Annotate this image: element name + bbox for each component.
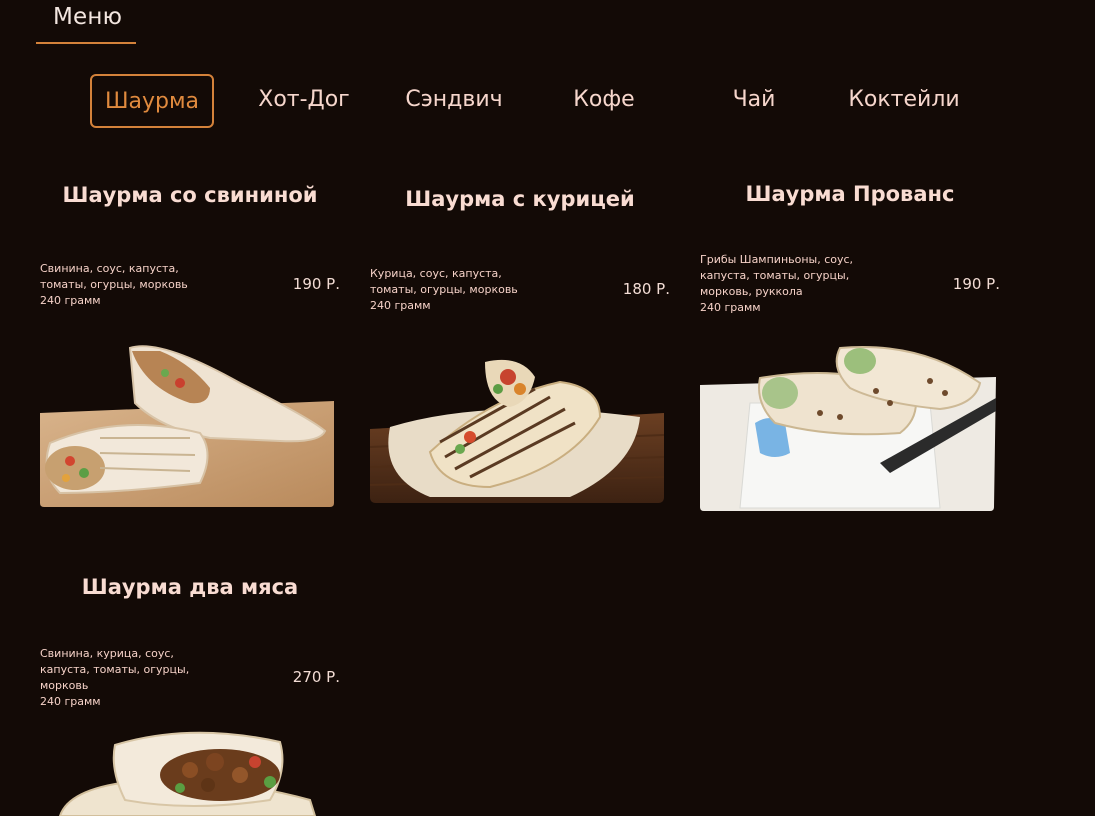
card-description: Курица, соус, капуста, томаты, огурцы, м… [370,267,518,312]
card-title: Шаурма со свининой [62,183,318,207]
card-title: Шаурма с курицей [405,187,635,211]
card-price: 180 Р. [622,280,670,298]
shawarma-pork-image [40,343,334,507]
shawarma-provence-image [700,343,996,511]
page-title: Меню [53,4,123,30]
card-title: Шаурма два мяса [81,575,299,599]
card-price: 190 Р. [292,275,340,293]
tab-coffee[interactable]: Кофе [548,74,660,128]
tab-sandwich[interactable]: Сэндвич [392,74,516,128]
tab-shawarma[interactable]: Шаурма [90,74,214,128]
title-underline [36,42,136,44]
card-title: Шаурма Прованс [745,182,955,206]
tab-tea[interactable]: Чай [712,74,796,128]
card-price: 270 Р. [292,668,340,686]
tab-hot-dog[interactable]: Хот-Дог [244,74,364,128]
shawarma-chicken-image [370,357,664,503]
card-description: Свинина, соус, капуста, томаты, огурцы, … [40,262,188,307]
card-description: Свинина, курица, соус, капуста, томаты, … [40,647,190,708]
category-tabs: Шаурма Хот-Дог Сэндвич Кофе Чай Коктейли [0,74,1095,128]
shawarma-two-meat-image [40,730,334,816]
card-description: Грибы Шампиньоны, соус, капуста, томаты,… [700,253,854,314]
card-price: 190 Р. [952,275,1000,293]
tab-cocktails[interactable]: Коктейли [836,74,972,128]
